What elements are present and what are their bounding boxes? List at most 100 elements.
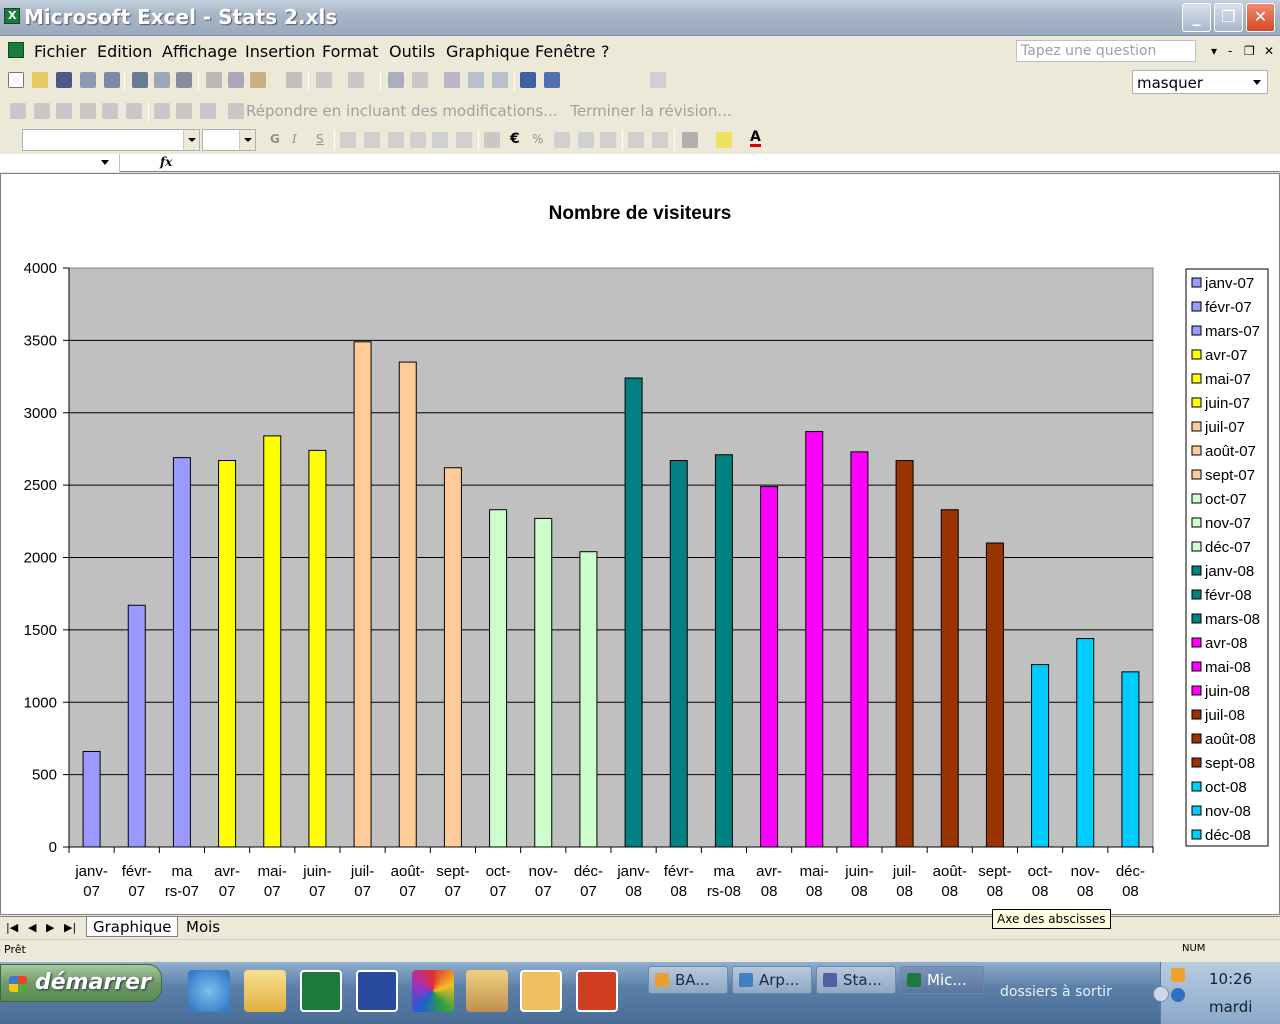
bar-janv-07[interactable]	[82, 750, 101, 848]
chart[interactable]: Nombre de visiteurs 0 500 1000 1500 2000 2500…	[1, 174, 1279, 914]
tray-shield-icon[interactable]	[1171, 988, 1185, 1002]
legend-swatch[interactable]	[1191, 613, 1202, 624]
chart-sheet[interactable]: Nombre de visiteurs 0 500 1000 1500 2000 2500…	[0, 173, 1280, 915]
masquer-combo[interactable]: masquer	[1132, 70, 1268, 94]
font-size-dropdown-icon[interactable]	[239, 130, 255, 150]
bar-sept-07[interactable]	[443, 467, 462, 848]
legend-swatch[interactable]	[1191, 421, 1202, 432]
bar-sept-08[interactable]	[985, 542, 1004, 848]
bar-juin-08[interactable]	[850, 451, 869, 848]
masquer-dropdown-icon[interactable]	[1253, 80, 1261, 85]
x-axis[interactable]: janv- 07 févr- 07 ma rs-07 avr- 07 mai- 07 juin- 07…	[68, 846, 1154, 900]
end-review-label[interactable]: Terminer la révision...	[570, 102, 731, 120]
legend-swatch[interactable]	[1191, 733, 1202, 744]
decrease-decimal-icon[interactable]	[600, 132, 616, 148]
new-icon[interactable]	[8, 72, 24, 88]
spelling-icon[interactable]	[176, 72, 192, 88]
question-dropdown-icon[interactable]: ▾	[1211, 44, 1217, 58]
menu-outils[interactable]: Outils	[389, 42, 435, 61]
legend-swatch[interactable]	[1191, 829, 1202, 840]
sort-ascending-icon[interactable]	[468, 72, 484, 88]
bar-août-08[interactable]	[940, 509, 959, 848]
legend-entry[interactable]: mai-07	[1205, 371, 1251, 388]
next-sheet-icon[interactable]: ▶	[46, 921, 54, 934]
menu-affichage[interactable]: Affichage	[162, 42, 237, 61]
show-all-comments-icon[interactable]	[102, 103, 118, 119]
bar-nov-08[interactable]	[1076, 638, 1095, 848]
tray-clock-icon[interactable]	[1171, 968, 1185, 982]
bar-mars-07[interactable]	[172, 457, 191, 848]
legend-swatch[interactable]	[1191, 445, 1202, 456]
fill-color-icon[interactable]	[716, 132, 732, 148]
notes-icon[interactable]	[520, 970, 562, 1012]
excel-app-icon[interactable]	[4, 8, 20, 24]
distributed-icon[interactable]	[432, 132, 448, 148]
legend-swatch[interactable]	[1191, 805, 1202, 816]
color-wheel-icon[interactable]	[412, 970, 454, 1012]
bar-oct-08[interactable]	[1031, 664, 1050, 848]
legend-entry[interactable]: déc-07	[1205, 539, 1251, 556]
menu-graphique[interactable]: Graphique	[446, 42, 530, 61]
fx-icon[interactable]: fx	[160, 155, 172, 169]
sort-descending-icon[interactable]	[492, 72, 508, 88]
send-review-icon[interactable]	[200, 103, 216, 119]
justify-icon[interactable]	[410, 132, 426, 148]
protect-icon[interactable]	[176, 103, 192, 119]
previous-comment-icon[interactable]	[34, 103, 50, 119]
borders-icon[interactable]	[682, 132, 698, 148]
start-button[interactable]: démarrer	[0, 964, 162, 1002]
next-comment-icon[interactable]	[56, 103, 72, 119]
legend-swatch[interactable]	[1191, 589, 1202, 600]
bar-janv-08[interactable]	[624, 377, 643, 848]
euro-icon[interactable]: €	[510, 131, 520, 147]
excel-icon[interactable]	[300, 970, 342, 1012]
legend-swatch[interactable]	[1191, 349, 1202, 360]
legend-entry[interactable]: nov-07	[1205, 515, 1251, 532]
legend-entry[interactable]: sept-07	[1205, 467, 1255, 484]
legend-entry[interactable]: juil-07	[1204, 419, 1245, 436]
legend-entry[interactable]: juil-08	[1204, 707, 1245, 724]
font-size-combo[interactable]	[202, 129, 256, 151]
name-box[interactable]	[0, 154, 120, 172]
percent-icon[interactable]: %	[532, 132, 543, 146]
legend-entry[interactable]: août-08	[1205, 731, 1256, 748]
legend-entry[interactable]: mai-08	[1205, 659, 1251, 676]
bar-févr-08[interactable]	[669, 460, 688, 848]
folder-icon[interactable]	[244, 970, 286, 1012]
save-icon[interactable]	[56, 72, 72, 88]
thousands-icon[interactable]	[554, 132, 570, 148]
reply-with-changes-label[interactable]: Répondre en incluant des modifications..…	[246, 102, 558, 120]
legend-swatch[interactable]	[1191, 493, 1202, 504]
currency-icon[interactable]	[484, 132, 500, 148]
tab-graphique[interactable]: Graphique	[86, 917, 179, 937]
previous-sheet-icon[interactable]: ◀	[28, 921, 36, 934]
legend-entry[interactable]: sept-08	[1205, 755, 1255, 772]
bar-juil-08[interactable]	[895, 460, 914, 848]
bold-icon[interactable]: G	[270, 132, 280, 146]
bar-juin-07[interactable]	[308, 449, 327, 848]
font-color-icon[interactable]: A	[750, 130, 761, 147]
bar-mai-08[interactable]	[805, 431, 824, 848]
redo-icon[interactable]	[348, 72, 364, 88]
legend-entry[interactable]: avr-07	[1205, 347, 1248, 364]
review-toolbar-text[interactable]: Répondre en incluant des modifications..…	[246, 102, 732, 120]
font-dropdown-icon[interactable]	[183, 130, 199, 150]
permission-icon[interactable]	[80, 72, 96, 88]
y-axis[interactable]: 0 500 1000 1500 2000 2500 3000 3500 4000	[24, 260, 70, 856]
chart-wizard-icon[interactable]	[520, 72, 536, 88]
drawing-icon[interactable]	[544, 72, 560, 88]
workbook-icon[interactable]	[8, 42, 24, 58]
menu-fenetre[interactable]: Fenêtre	[535, 42, 596, 61]
menu-edition[interactable]: Edition	[97, 42, 152, 61]
help-icon[interactable]	[650, 72, 666, 88]
print-icon[interactable]	[132, 72, 148, 88]
legend-swatch[interactable]	[1191, 277, 1202, 288]
bar-avr-07[interactable]	[218, 460, 237, 848]
legend-entry[interactable]: oct-08	[1205, 779, 1247, 796]
internet-explorer-icon[interactable]	[188, 970, 230, 1012]
legend-swatch[interactable]	[1191, 301, 1202, 312]
legend-entry[interactable]: déc-08	[1205, 827, 1251, 844]
legend-swatch[interactable]	[1191, 661, 1202, 672]
increase-decimal-icon[interactable]	[578, 132, 594, 148]
tray-expand-icon[interactable]	[1153, 986, 1169, 1002]
